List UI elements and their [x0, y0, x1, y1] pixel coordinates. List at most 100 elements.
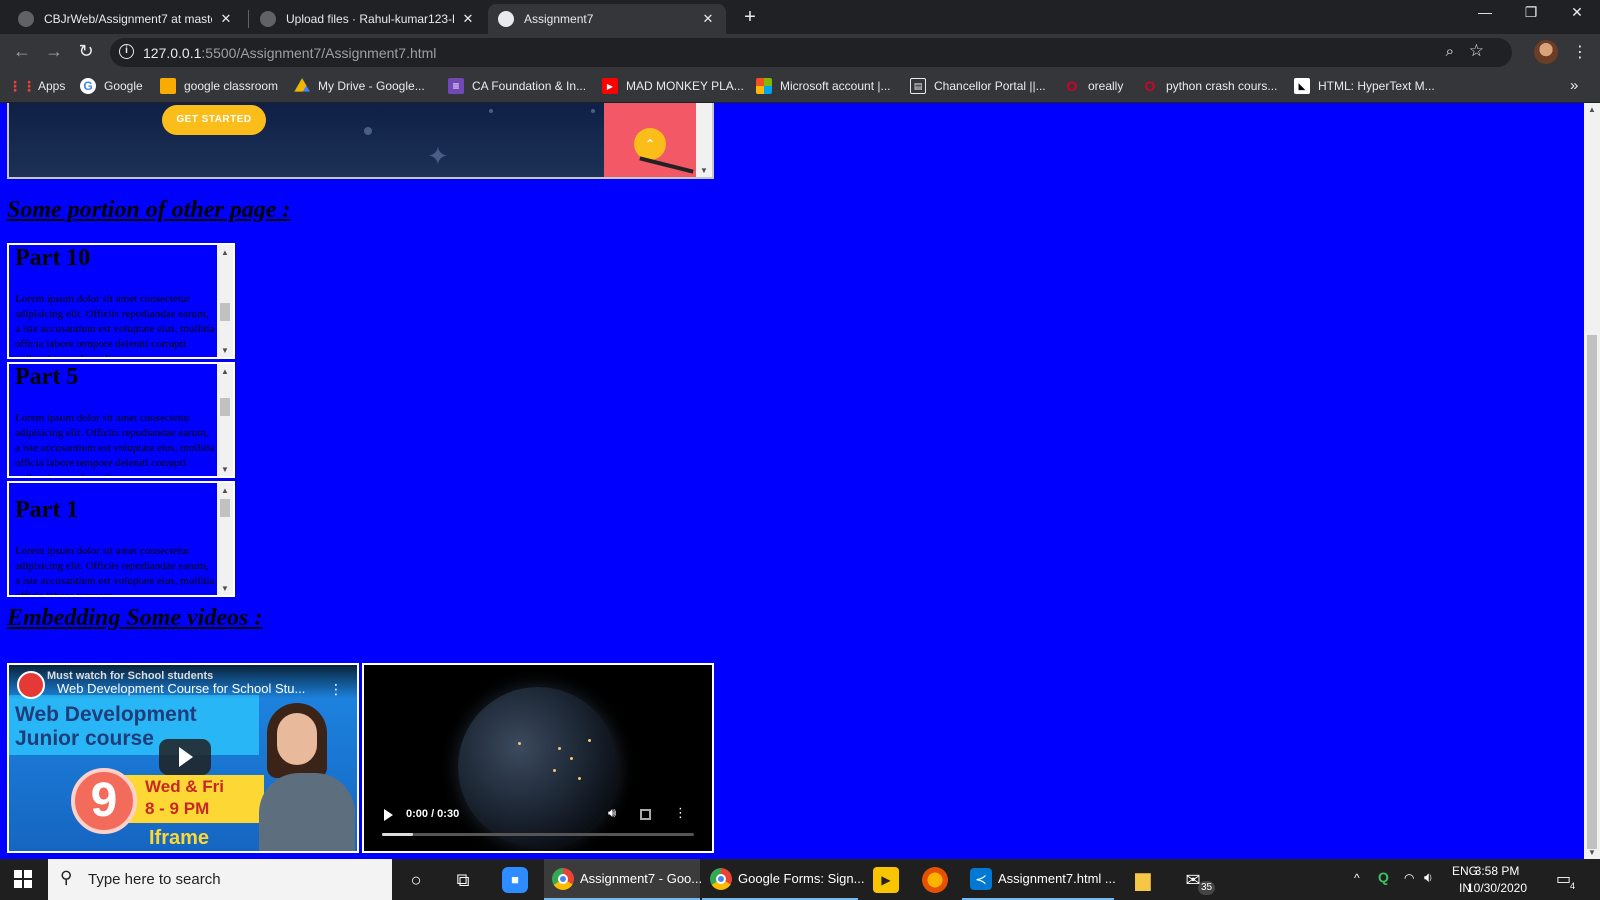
profile-avatar[interactable]: [1534, 40, 1558, 64]
bookmark-label: Microsoft account |...: [780, 79, 891, 93]
part-scrollbar[interactable]: ▲ ▼: [217, 483, 233, 595]
scroll-up-icon[interactable]: ▲: [1584, 105, 1600, 114]
cortana-icon[interactable]: ○: [403, 867, 429, 893]
scroll-thumb[interactable]: [220, 398, 230, 416]
video-seek-bar[interactable]: [382, 833, 694, 836]
task-view-icon[interactable]: ⧉: [450, 867, 476, 893]
video-title[interactable]: Web Development Course for School Stu...: [57, 681, 305, 696]
page-scroll-thumb[interactable]: [1587, 335, 1597, 849]
forward-button[interactable]: →: [42, 41, 66, 62]
decor-dot: [489, 109, 493, 113]
video-play-icon[interactable]: [384, 809, 393, 821]
mail-badge: 35: [1198, 881, 1216, 895]
new-tab-button[interactable]: +: [738, 6, 762, 29]
tray-expand-icon[interactable]: ^: [1354, 871, 1360, 900]
zoom-icon[interactable]: ⌕: [1446, 43, 1454, 60]
taskbar-vscode[interactable]: ≺ Assignment7.html ...: [962, 859, 1116, 900]
scroll-down-icon[interactable]: ▼: [217, 346, 233, 355]
bookmark-my-drive[interactable]: My Drive - Google...: [294, 78, 425, 94]
bookmark-oreally[interactable]: O oreally: [1064, 78, 1124, 94]
bookmark-chancellor-portal[interactable]: ▤ Chancellor Portal ||...: [910, 78, 1046, 94]
taskbar-search-box[interactable]: ⚲ Type here to search: [48, 859, 392, 900]
tray-app-icon[interactable]: Q: [1378, 869, 1389, 900]
taskbar-chrome-google-forms[interactable]: Google Forms: Sign...: [702, 859, 864, 900]
scroll-down-icon[interactable]: ▼: [217, 465, 233, 474]
address-bar[interactable]: i 127.0.0.1:5500/Assignment7/Assignment7…: [110, 38, 1512, 67]
browser-menu-icon[interactable]: ⋮: [1572, 42, 1588, 62]
scroll-thumb[interactable]: [220, 303, 230, 321]
tab-cbjrweb[interactable]: CBJrWeb/Assignment7 at master ✕: [8, 4, 244, 34]
html5-video-player[interactable]: 0:00 / 0:30 🔊︎ ⋮: [362, 663, 714, 853]
bookmark-label: Chancellor Portal ||...: [934, 79, 1046, 93]
close-tab-icon[interactable]: ✕: [218, 11, 234, 27]
close-window-button[interactable]: ✕: [1554, 4, 1600, 21]
close-tab-icon[interactable]: ✕: [460, 11, 476, 27]
start-button[interactable]: [14, 870, 32, 888]
volume-icon[interactable]: 🔊︎: [608, 805, 616, 821]
embedded-landing-frame[interactable]: GET STARTED ✦ ⌃ ▼: [7, 103, 714, 179]
get-started-button[interactable]: GET STARTED: [162, 105, 266, 135]
video-menu-icon[interactable]: ⋮: [329, 681, 343, 698]
frame-scrollbar[interactable]: ▼: [696, 103, 712, 177]
chevron-up-icon[interactable]: ⌃: [634, 128, 666, 160]
wifi-icon[interactable]: ◠: [1404, 871, 1414, 900]
part-text: Lorem ipsum dolor sit amet consectetur a…: [15, 545, 215, 597]
scroll-up-icon[interactable]: ▲: [217, 367, 233, 376]
tab-title: Assignment7: [524, 12, 594, 26]
site-info-icon[interactable]: i: [119, 44, 134, 59]
url-path: :5500/Assignment7/Assignment7.html: [201, 45, 437, 61]
bookmark-mad-monkey[interactable]: ▶ MAD MONKEY PLA...: [602, 78, 744, 94]
zoom-app-icon[interactable]: ■: [502, 867, 528, 893]
bookmark-google-classroom[interactable]: google classroom: [160, 78, 278, 94]
bookmark-microsoft-account[interactable]: Microsoft account |...: [756, 78, 891, 94]
bookmark-html-hypertext[interactable]: ◣ HTML: HyperText M...: [1294, 78, 1435, 94]
bookmark-apps[interactable]: ⋮⋮ Apps: [8, 78, 65, 94]
bookmarks-bar: ⋮⋮ Apps G Google google classroom My Dri…: [0, 71, 1600, 103]
restore-button[interactable]: ❐: [1508, 4, 1554, 21]
video-options-icon[interactable]: ⋮: [674, 805, 687, 821]
reload-button[interactable]: ↻: [74, 41, 98, 62]
page-scrollbar[interactable]: ▲ ▼: [1584, 103, 1600, 859]
taskbar-app-label: Google Forms: Sign...: [738, 871, 865, 886]
fullscreen-icon[interactable]: [640, 809, 651, 820]
tab-upload-files[interactable]: Upload files · Rahul-kumar123-b ✕: [250, 4, 486, 34]
part-scrollbar[interactable]: ▲ ▼: [217, 245, 233, 357]
channel-avatar[interactable]: [17, 671, 45, 699]
youtube-play-button[interactable]: [159, 739, 211, 775]
part-scrollbar[interactable]: ▲ ▼: [217, 364, 233, 476]
bookmark-python-crash-course[interactable]: O python crash cours...: [1142, 78, 1278, 94]
part-frame-10[interactable]: Part 10 Lorem ipsum dolor sit amet conse…: [7, 243, 235, 359]
thumbnail-number: 9: [71, 768, 137, 834]
close-tab-icon[interactable]: ✕: [700, 11, 716, 27]
bookmark-ca-foundation[interactable]: ≡ CA Foundation & In...: [448, 78, 586, 94]
firefox-icon[interactable]: [922, 867, 948, 893]
bookmarks-overflow-button[interactable]: »: [1570, 77, 1578, 94]
file-explorer-icon[interactable]: ▆: [1130, 867, 1156, 893]
city-light: [518, 742, 521, 745]
part-frame-5[interactable]: Part 5 Lorem ipsum dolor sit amet consec…: [7, 362, 235, 478]
scroll-down-icon[interactable]: ▼: [696, 166, 712, 175]
scroll-up-icon[interactable]: ▲: [217, 486, 233, 495]
bookmark-star-icon[interactable]: ☆: [1469, 41, 1484, 61]
bookmark-label: Google: [104, 79, 143, 93]
windows-logo-icon: [24, 870, 32, 878]
media-player-icon[interactable]: ▶: [873, 867, 899, 893]
back-button[interactable]: ←: [10, 41, 34, 62]
scroll-thumb[interactable]: [220, 499, 230, 517]
part-frame-1[interactable]: Part 1 Lorem ipsum dolor sit amet consec…: [7, 481, 235, 597]
notifications-icon[interactable]: ▭: [1556, 869, 1571, 900]
tab-assignment7[interactable]: Assignment7 ✕: [488, 4, 726, 34]
system-clock[interactable]: 3:58 PM 10/30/2020: [1460, 863, 1534, 897]
drive-icon: [294, 78, 310, 92]
speaker-icon[interactable]: 🔉︎: [1424, 869, 1433, 900]
scroll-down-icon[interactable]: ▼: [1584, 848, 1600, 857]
city-light: [553, 769, 556, 772]
scroll-up-icon[interactable]: ▲: [217, 248, 233, 257]
minimize-button[interactable]: —: [1462, 4, 1508, 20]
bookmark-google[interactable]: G Google: [80, 78, 143, 94]
taskbar-chrome-assignment7[interactable]: Assignment7 - Goo...: [544, 859, 702, 900]
youtube-embed[interactable]: Web Development Junior course 9 Wed & Fr…: [7, 663, 359, 853]
scroll-down-icon[interactable]: ▼: [217, 584, 233, 593]
thumbnail-subheading: Junior course: [15, 727, 154, 750]
bookmark-label: google classroom: [184, 79, 279, 93]
